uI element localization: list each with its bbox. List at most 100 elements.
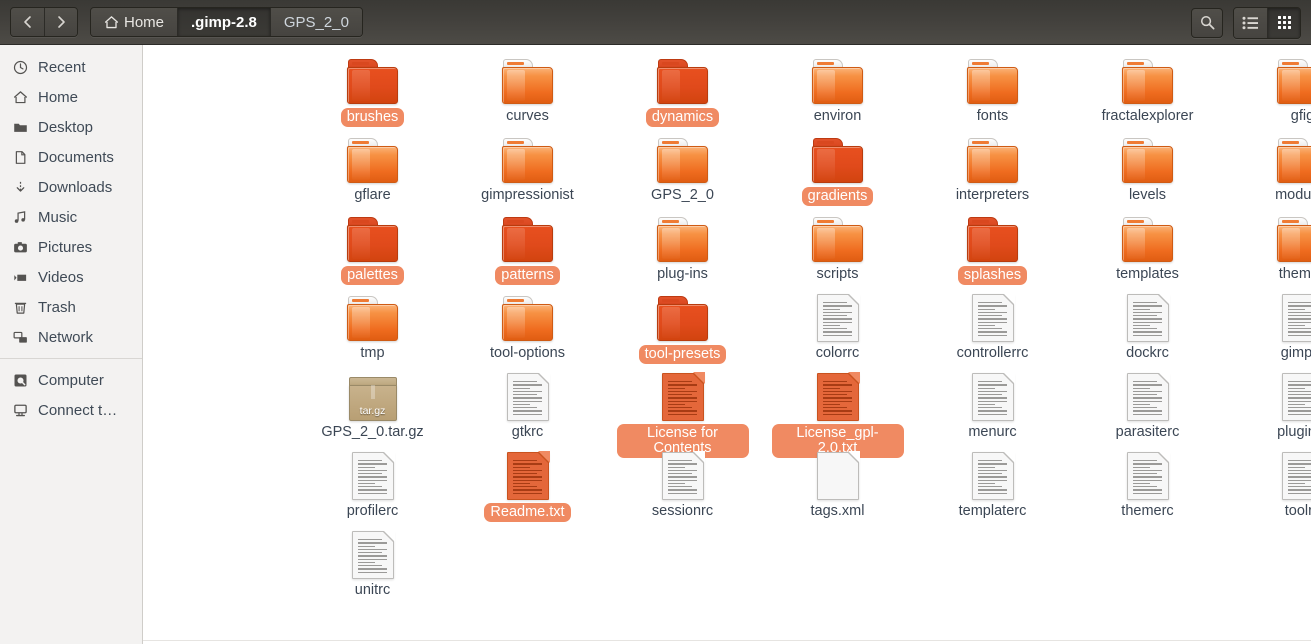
grid-view-button[interactable] [1267,7,1300,38]
document-icon [506,451,550,500]
breadcrumb-item-gps[interactable]: GPS_2_0 [269,8,362,36]
file-item[interactable]: interpreters [915,132,1070,211]
file-item[interactable]: colorrc [760,290,915,369]
file-label: splashes [957,266,1028,285]
file-item[interactable]: GPS_2_0 [605,132,760,211]
file-label: sessionrc [651,503,714,519]
document-icon [661,372,705,421]
file-label: themerc [1121,503,1174,519]
file-item[interactable]: pluginrc [1225,369,1311,448]
breadcrumb-item-gimp[interactable]: .gimp-2.8 [177,8,270,36]
file-icon-wrapper [501,57,555,105]
file-label: GPS_2_0.tar.gz [321,424,424,440]
sidebar-item-documents[interactable]: Documents [0,142,142,172]
file-item[interactable]: themerc [1070,448,1225,527]
file-item[interactable]: themes [1225,211,1311,290]
navigation-buttons [10,7,78,37]
file-label: menurc [968,424,1017,440]
file-item[interactable]: gimprc [1225,290,1311,369]
file-item[interactable]: patterns [450,211,605,290]
sidebar-item-videos[interactable]: Videos [0,262,142,292]
file-label: gflare [354,187,391,203]
document-icon [351,451,395,500]
file-item[interactable]: scripts [760,211,915,290]
file-item[interactable]: gimpressionist [450,132,605,211]
file-item[interactable]: fonts [915,53,1070,132]
file-item[interactable]: sessionrc [605,448,760,527]
file-item[interactable]: gtkrc [450,369,605,448]
file-item[interactable]: plug-ins [605,211,760,290]
sidebar-item-connect-to-server[interactable]: Connect t… [0,395,142,425]
file-icon-wrapper [1281,452,1311,500]
file-label: tags.xml [810,503,865,519]
file-label: gradients [801,187,874,206]
file-item[interactable]: environ [760,53,915,132]
chevron-right-icon [57,16,65,28]
file-item[interactable]: toolrc [1225,448,1311,527]
breadcrumb-item-home[interactable]: Home [91,8,178,36]
file-item[interactable]: tags.xml [760,448,915,527]
file-item[interactable]: modules [1225,132,1311,211]
file-label: unitrc [354,582,391,598]
music-note-icon [12,209,29,226]
sidebar-item-computer[interactable]: Computer [0,365,142,395]
sidebar-item-recent[interactable]: Recent [0,52,142,82]
file-label: gimprc [1280,345,1311,361]
file-item[interactable]: unitrc [295,527,450,606]
file-label: templates [1116,266,1179,282]
sidebar-item-pictures[interactable]: Pictures [0,232,142,262]
file-item[interactable]: Readme.txt [450,448,605,527]
file-label: pluginrc [1277,424,1311,440]
list-view-button[interactable] [1234,7,1267,38]
folder-icon [1121,59,1175,105]
folder-icon [656,217,710,263]
file-item[interactable]: profilerc [295,448,450,527]
file-item[interactable]: tar.gz GPS_2_0.tar.gz [295,369,450,448]
folder-icon [501,138,555,184]
search-button[interactable] [1191,7,1223,38]
sidebar-item-label: Computer [38,371,104,389]
file-item[interactable]: License for Contents [605,369,760,458]
file-item[interactable]: parasiterc [1070,369,1225,448]
file-item[interactable]: gradients [760,132,915,211]
file-item[interactable]: dockrc [1070,290,1225,369]
horizontal-scrollbar[interactable] [143,640,1311,644]
sidebar-item-label: Connect t… [38,401,118,419]
file-label: themes [1278,266,1311,282]
file-icon-wrapper [501,215,555,263]
forward-button[interactable] [44,8,77,36]
file-view[interactable]: brushes curves dynamics environ fonts fractal… [143,45,1311,644]
back-button[interactable] [11,8,44,36]
file-item[interactable]: curves [450,53,605,132]
sidebar-item-downloads[interactable]: Downloads [0,172,142,202]
sidebar-item-desktop[interactable]: Desktop [0,112,142,142]
file-icon-wrapper [506,451,550,500]
file-item[interactable]: tool-presets [605,290,760,369]
file-item[interactable]: controllerrc [915,290,1070,369]
sidebar-item-home[interactable]: Home [0,82,142,112]
sidebar-item-trash[interactable]: Trash [0,292,142,322]
file-item[interactable]: tool-options [450,290,605,369]
file-item[interactable]: templaterc [915,448,1070,527]
file-item[interactable]: levels [1070,132,1225,211]
archive-icon: tar.gz [348,377,397,421]
file-label: Readme.txt [484,503,571,522]
file-item[interactable]: palettes [295,211,450,290]
file-item[interactable]: dynamics [605,53,760,132]
file-item[interactable]: splashes [915,211,1070,290]
file-icon-wrapper [1121,136,1175,184]
file-label: toolrc [1284,503,1311,519]
sidebar-item-music[interactable]: Music [0,202,142,232]
file-icon-wrapper [1276,57,1311,105]
file-item[interactable]: gfig [1225,53,1311,132]
sidebar-item-network[interactable]: Network [0,322,142,352]
file-item[interactable]: fractalexplorer [1070,53,1225,132]
sidebar-item-label: Home [38,88,79,106]
file-item[interactable]: brushes [295,53,450,132]
file-item[interactable]: tmp [295,290,450,369]
document-icon [1126,372,1170,421]
file-item[interactable]: menurc [915,369,1070,448]
file-item[interactable]: templates [1070,211,1225,290]
file-item[interactable]: gflare [295,132,450,211]
file-item[interactable]: License_gpl-2.0.txt [760,369,915,458]
